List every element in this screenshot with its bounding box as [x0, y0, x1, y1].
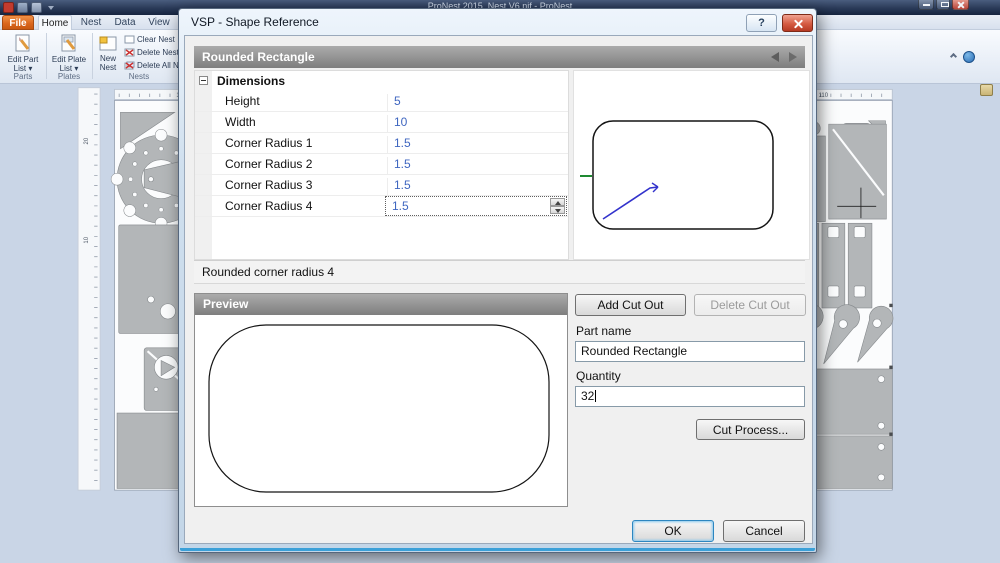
shape-name-label: Rounded Rectangle — [202, 50, 315, 64]
add-cut-out-button[interactable]: Add Cut Out — [575, 294, 686, 316]
clear-nest-button[interactable]: Clear Nest — [124, 33, 175, 46]
shape-reference-dialog: VSP - Shape Reference ? Rounded Rectangl… — [178, 8, 817, 553]
property-row-corner-radius-3[interactable]: Corner Radius 3 1.5 — [195, 175, 568, 196]
shape-diagram — [574, 71, 809, 259]
property-grid: Dimensions Height 5 Width 10 Corner Radi… — [194, 70, 569, 260]
dialog-content: Rounded Rectangle Dimensions Height 5 Wi… — [184, 35, 813, 544]
next-shape-icon[interactable] — [789, 52, 797, 62]
new-nest-icon — [98, 34, 118, 52]
edit-plate-list-label1: Edit Plate — [48, 55, 90, 64]
tab-data[interactable]: Data — [110, 15, 140, 30]
vertical-ruler: 20 10 — [78, 88, 100, 490]
save-icon[interactable] — [17, 2, 28, 13]
collapse-ribbon-button[interactable] — [948, 52, 960, 61]
ribbon-separator — [92, 33, 93, 79]
app-close-button[interactable] — [952, 0, 969, 10]
dimensions-section-label: Dimensions — [217, 74, 285, 88]
delete-cut-out-button: Delete Cut Out — [694, 294, 806, 316]
svg-text:20: 20 — [84, 137, 90, 144]
spin-down-button[interactable] — [550, 206, 565, 214]
edit-part-list-button[interactable]: Edit Part List ▾ — [2, 32, 44, 74]
dialog-title: VSP - Shape Reference — [191, 15, 319, 29]
dialog-help-button[interactable]: ? — [746, 14, 777, 32]
corner-radius-4-input[interactable]: 1.5 — [385, 196, 567, 216]
quantity-label: Quantity — [576, 369, 621, 383]
svg-text:110: 110 — [819, 93, 829, 99]
quick-access-icon[interactable] — [31, 2, 42, 13]
property-description: Rounded corner radius 4 — [194, 260, 805, 284]
delete-all-nests-icon — [124, 61, 135, 70]
rounded-rectangle-outline — [593, 121, 773, 229]
delete-nest-button[interactable]: Delete Nest — [124, 46, 179, 59]
quick-access-caret-icon[interactable] — [48, 6, 54, 10]
preview-shape — [195, 315, 567, 506]
ribbon-group-nests[interactable]: Nests — [100, 72, 178, 81]
spinner — [550, 198, 565, 214]
property-row-width[interactable]: Width 10 — [195, 112, 568, 133]
new-nest-label1: New — [94, 54, 122, 63]
lead-in-line — [603, 187, 658, 219]
preview-header: Preview — [195, 294, 567, 315]
tab-home[interactable]: Home — [38, 15, 72, 30]
edit-plate-list-icon — [59, 33, 79, 53]
quantity-input[interactable]: 32 — [575, 386, 805, 407]
svg-text:10: 10 — [84, 236, 90, 243]
property-row-corner-radius-4[interactable]: Corner Radius 4 1.5 — [195, 196, 568, 217]
property-row-height[interactable]: Height 5 — [195, 91, 568, 112]
tab-file[interactable]: File — [2, 15, 34, 30]
edit-part-list-label1: Edit Part — [2, 55, 44, 64]
cancel-button[interactable]: Cancel — [723, 520, 805, 542]
new-nest-label2: Nest — [94, 63, 122, 72]
shape-name-header: Rounded Rectangle — [194, 46, 805, 68]
dialog-bottom-glow — [180, 548, 815, 551]
ribbon-separator — [46, 33, 47, 79]
help-icon[interactable] — [963, 51, 975, 63]
delete-nest-icon — [124, 48, 135, 57]
clear-nest-icon — [124, 35, 135, 44]
collapse-icon[interactable] — [199, 76, 208, 85]
part-name-input[interactable]: Rounded Rectangle — [575, 341, 805, 362]
edit-part-list-icon — [13, 33, 33, 53]
tab-view[interactable]: View — [144, 15, 174, 30]
tab-nest[interactable]: Nest — [76, 15, 106, 30]
clear-nest-label: Clear Nest — [137, 35, 175, 44]
edit-plate-list-button[interactable]: Edit Plate List ▾ — [48, 32, 90, 74]
maximize-button[interactable] — [936, 0, 950, 10]
previous-shape-icon[interactable] — [771, 52, 779, 62]
part-name-label: Part name — [576, 324, 631, 338]
dialog-close-button[interactable] — [782, 14, 813, 32]
minimize-button[interactable] — [918, 0, 934, 10]
cut-process-button[interactable]: Cut Process... — [696, 419, 805, 440]
pronest-logo-icon[interactable] — [3, 2, 14, 13]
property-row-corner-radius-1[interactable]: Corner Radius 1 1.5 — [195, 133, 568, 154]
dimensions-section-row[interactable]: Dimensions — [195, 71, 568, 91]
property-row-corner-radius-2[interactable]: Corner Radius 2 1.5 — [195, 154, 568, 175]
new-nest-button[interactable]: New Nest — [94, 32, 122, 74]
screen: ProNest 2015. Nest V6.nif - ProNest File… — [0, 0, 1000, 563]
ribbon-group-plates[interactable]: Plates — [48, 72, 90, 81]
preview-panel: Preview — [194, 293, 568, 507]
ribbon-group-parts[interactable]: Parts — [2, 72, 44, 81]
spin-up-button[interactable] — [550, 198, 565, 206]
ok-button[interactable]: OK — [632, 520, 714, 542]
delete-nest-label: Delete Nest — [137, 48, 179, 57]
text-cursor — [595, 390, 596, 402]
shape-diagram-panel — [573, 70, 810, 260]
